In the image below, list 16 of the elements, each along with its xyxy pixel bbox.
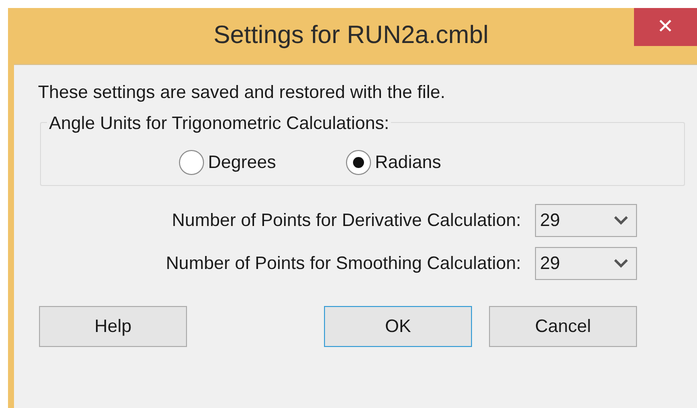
dialog-button[interactable]: Help	[39, 306, 187, 347]
close-button[interactable]: ✕	[634, 8, 697, 46]
dialog-button[interactable]: OK	[324, 306, 472, 347]
dropdown[interactable]: 29	[535, 204, 637, 237]
radio-button[interactable]	[346, 150, 372, 175]
chevron-down-icon	[614, 216, 628, 225]
radio-label: Radians	[375, 151, 442, 174]
window-title: Settings for RUN2a.cmbl	[213, 20, 489, 52]
chevron-down-icon	[614, 259, 628, 268]
dropdown[interactable]: 29	[535, 247, 637, 280]
field-label: Number of Points for Derivative Calculation:	[170, 209, 522, 232]
note-text: These settings are saved and restored with the file.	[38, 81, 446, 104]
field-label: Number of Points for Smoothing Calculation:	[164, 252, 522, 275]
dialog-button[interactable]: Cancel	[489, 306, 637, 347]
radio-button[interactable]	[179, 150, 204, 175]
radio-label: Degrees	[208, 151, 276, 174]
